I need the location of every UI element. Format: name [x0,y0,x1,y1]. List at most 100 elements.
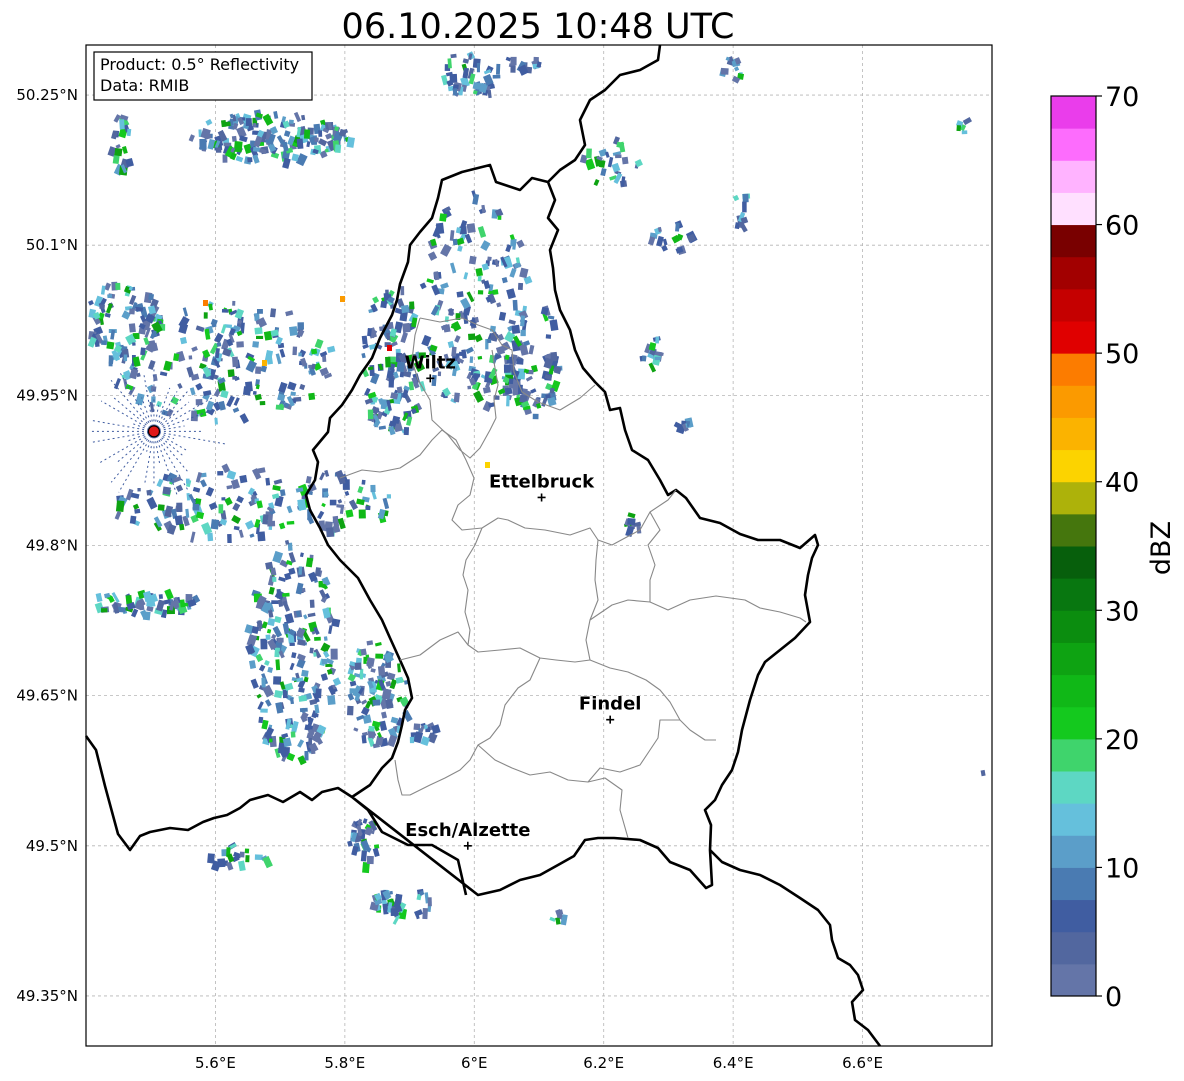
echo-pixel [400,304,410,314]
echo-pixel [345,509,354,518]
echo-pixel [495,63,501,75]
colorbar-swatch [1051,192,1096,226]
lat-tick-label: 49.5°N [26,837,78,855]
latitude-ticks: 50.25°N 50.1°N 49.95°N 49.8°N 49.65°N 49.5°N 4… [16,86,78,1005]
echo-pixel [469,356,474,363]
colorbar-swatch [1051,674,1096,708]
colorbar-tick-label: 70 [1105,82,1139,113]
colorbar-tick-label: 50 [1105,339,1139,370]
echo-pixel [310,348,318,355]
longitude-ticks: 5.6°E 5.8°E 6°E 6.2°E 6.4°E 6.6°E [195,1054,883,1072]
echo-pixel [132,342,136,346]
echo-pixel [511,324,521,335]
city-label: Esch/Alzette [405,820,530,841]
echo-pixel [216,342,222,347]
echo-pixel [354,662,362,671]
city-label: Wiltz [405,352,456,373]
echo-pixel [203,312,208,319]
echo-pixel [313,713,319,718]
echo-pixel [427,897,432,907]
echo-pixel [297,322,304,330]
echo-pixel [467,385,472,390]
colorbar-swatch [1051,803,1096,836]
echo-pixel [106,341,115,350]
colorbar-swatch [1051,546,1096,579]
echo-pixel [503,364,511,373]
echo-pixel [267,520,276,527]
echo-pixel [292,346,298,356]
echo-pixel [655,336,660,344]
echo-pixel [385,356,391,368]
colorbar-swatch [1051,481,1096,515]
echo-pixel [173,353,180,362]
echo-pixel [510,56,517,66]
echo-pixel [516,358,524,365]
echo-pixel [517,282,524,291]
colorbar-swatches [1051,96,1096,997]
echo-pixel [346,705,354,716]
echo-pixel [303,129,311,139]
echo-pixel [510,239,515,247]
echo-pixel [476,63,480,73]
echo-pixel [236,341,244,348]
colorbar: 0 10 20 30 40 50 60 70 dBZ [1050,82,1177,1013]
echo-pixel [289,642,295,646]
colorbar-swatch [1051,931,1096,965]
colorbar-swatch [1051,160,1096,193]
echo-pixel [282,689,288,699]
echo-pixel [179,523,185,531]
echo-pixel [298,566,303,575]
colorbar-swatch [1051,353,1096,386]
echo-pixel [254,854,263,860]
echo-pixel [260,638,268,650]
echo-pixel [452,88,458,96]
echo-pixel [232,376,238,380]
city-label: Ettelbruck [489,471,595,492]
echo-pixel [137,487,141,492]
echo-pixel [431,374,437,387]
echo-pixel [586,148,592,159]
colorbar-tick-label: 40 [1105,468,1139,499]
echo-pixel [453,392,460,403]
echo-pixel [360,850,368,862]
echo-pixel [627,517,636,526]
echo-pixel [214,417,218,425]
echo-pixel [367,328,372,337]
echo-pixel [512,386,520,396]
lon-tick-label: 5.8°E [324,1054,365,1072]
echo-pixel [239,474,248,484]
echo-pixel [207,853,215,864]
echo-pixel [340,296,345,302]
echo-pixel [134,508,141,514]
echo-pixel [247,157,253,163]
lon-tick-label: 5.6°E [195,1054,236,1072]
echo-pixel [309,647,314,654]
echo-pixel [253,123,257,128]
echo-pixel [252,341,260,348]
echo-pixel [239,851,245,858]
echo-pixel [301,669,309,677]
colorbar-tick-label: 60 [1105,211,1139,242]
echo-pixel [215,147,222,153]
colorbar-swatch [1051,513,1096,547]
echo-pixel [363,656,367,664]
colorbar-ticks: 0 10 20 30 40 50 60 70 [1096,82,1139,1013]
echo-pixel [101,340,107,346]
echo-pixel [508,378,514,385]
echo-pixel [409,301,415,310]
echo-pixel [271,600,279,604]
echo-pixel [298,695,308,702]
echo-pixel [387,294,392,298]
echo-pixel [506,395,510,407]
echo-pixel [188,355,193,360]
echo-pixel [361,479,366,485]
echo-pixel [157,504,165,511]
echo-pixel [288,119,294,124]
echo-pixel [654,356,661,361]
echo-pixel [366,640,374,646]
echo-pixel [422,908,428,920]
echo-pixel [162,486,171,495]
echo-pixel [265,477,271,486]
echo-pixel [151,333,158,337]
echo-pixel [641,355,647,362]
